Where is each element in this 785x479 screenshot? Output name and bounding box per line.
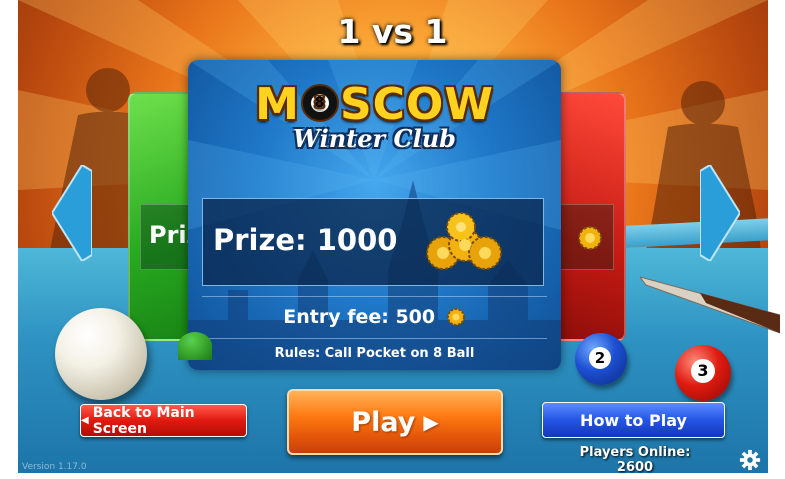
back-button-label: Back to Main Screen [92,404,195,437]
divider [202,296,547,297]
coin-stack-icon [426,212,502,270]
ball-three: 3 [675,345,731,401]
chevron-left-icon[interactable] [52,165,92,261]
ball-number: 2 [589,347,611,369]
caret-left-icon: ◀ [81,415,89,426]
logo-ball-number: 8 [310,94,329,112]
moscow-winter-club-logo: M 8 SCOW Winter Club [188,82,561,162]
rules-text: Rules: Call Pocket on 8 Ball [274,346,475,361]
entry-fee-text: Entry fee: 500 [283,306,436,328]
eight-ball-icon: 8 [300,84,339,122]
logo-title: M 8 SCOW [188,82,561,128]
play-button[interactable]: Play ▶ [287,389,503,455]
how-to-play-button[interactable]: How to Play [542,402,725,438]
ball-two: 2 [575,333,627,385]
gear-icon[interactable] [739,449,761,471]
how-to-play-label: How to Play [580,410,687,430]
back-to-main-screen-button[interactable]: ◀ Back to Main Screen [80,404,247,437]
prize-amount: Prize: 1000 [213,223,398,257]
play-triangle-icon: ▶ [423,410,439,434]
divider [202,338,547,339]
logo-title-left: M [255,79,300,130]
cue-stick [640,276,780,334]
players-online-count: Players Online: 2600 [579,445,691,475]
prize-box: Prize: 1000 [202,198,544,286]
coin-stack-icon [578,226,602,250]
play-button-label: Play [351,406,416,438]
cue-ball [55,308,147,400]
logo-title-right: SCOW [339,79,494,130]
ball-number: 3 [691,359,715,383]
game-mode-title: 1 vs 1 [337,12,448,51]
logo-subtitle: Winter Club [293,124,456,153]
coin-icon [446,308,465,326]
version-label: Version 1.17.0 [22,462,87,472]
location-card-moscow[interactable]: M 8 SCOW Winter Club Prize: 1000 Entry fee… [188,60,561,370]
entry-fee: Entry fee: 500 [188,306,561,328]
green-ball [178,332,212,360]
chevron-right-icon[interactable] [700,165,740,261]
